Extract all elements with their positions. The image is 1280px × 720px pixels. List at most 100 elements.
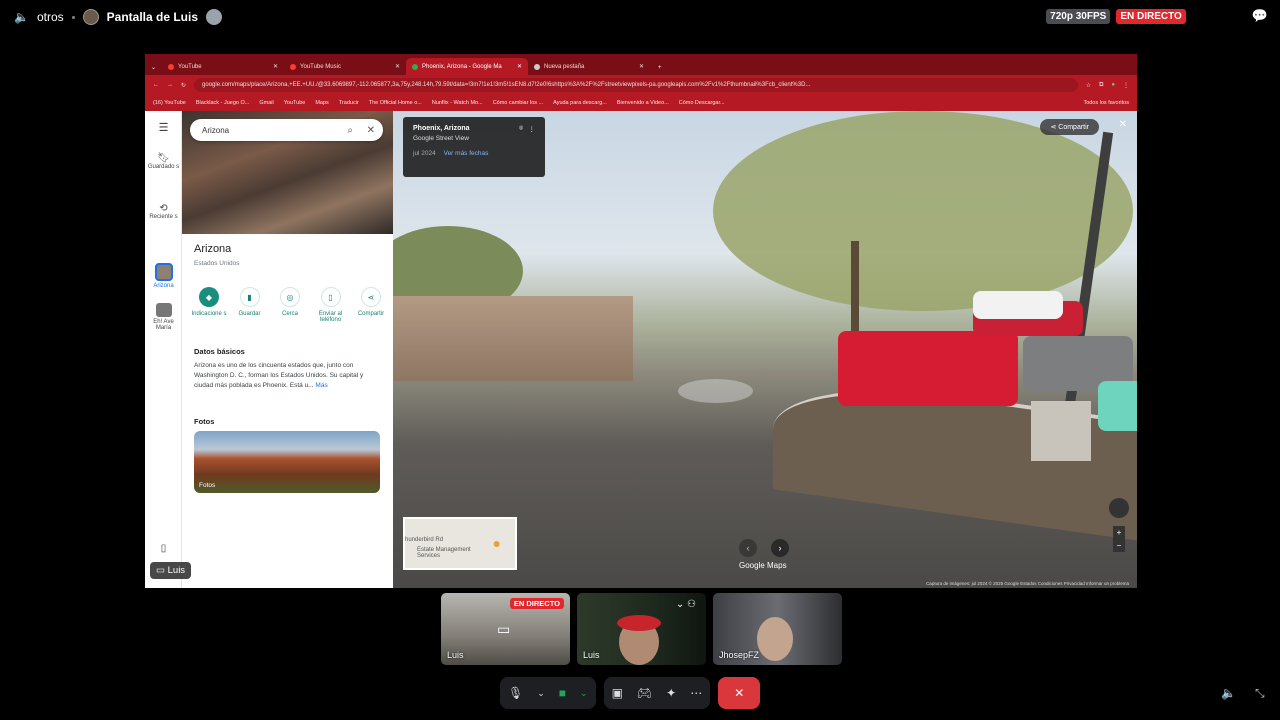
- volume-icon[interactable]: 🔈: [1221, 686, 1236, 700]
- address-bar[interactable]: google.com/maps/place/Arizona,+EE.+UU./@…: [194, 78, 1078, 92]
- rail-arizona[interactable]: Arizona: [145, 263, 182, 289]
- phone-icon[interactable]: ▯: [145, 543, 182, 554]
- screen-title: Pantalla de Luis: [106, 10, 198, 24]
- bookmark-item[interactable]: Gmail: [259, 100, 273, 106]
- rail-saved[interactable]: 🔖︎ Guardado s: [145, 153, 182, 170]
- bookmark-item[interactable]: Maps: [315, 100, 328, 106]
- participant-tile[interactable]: JhosepFZ: [713, 593, 842, 665]
- avatar: [757, 617, 793, 661]
- participant-tile[interactable]: ⌄ ⚇ Luis: [577, 593, 706, 665]
- send-to-phone-button[interactable]: ▯ Enviar al teléfono: [312, 287, 350, 323]
- disconnect-button[interactable]: ✕: [718, 677, 761, 709]
- chat-icon[interactable]: 💬: [1252, 8, 1268, 24]
- prev-arrow-button[interactable]: ‹: [739, 539, 757, 557]
- av-controls: 🎙︎ ⌄ ■ ⌄: [500, 677, 596, 709]
- directions-icon: ◆: [199, 287, 219, 307]
- bookmark-item[interactable]: Nunflix - Watch Mo...: [432, 100, 483, 106]
- more-link[interactable]: Más: [315, 382, 327, 389]
- more-dates-link[interactable]: Ver más fechas: [444, 150, 489, 157]
- bookmark-item[interactable]: The Official Home o...: [369, 100, 422, 106]
- back-icon[interactable]: ←: [153, 82, 159, 88]
- browser-tab-active[interactable]: Phoenix, Arizona - Google Ma ✕: [406, 58, 529, 75]
- scenery: [1031, 401, 1091, 461]
- extensions-icon[interactable]: ⧉: [1099, 82, 1103, 89]
- reload-icon[interactable]: ↻: [181, 82, 186, 89]
- photos-heading: Fotos: [194, 417, 215, 426]
- next-arrow-button[interactable]: ›: [771, 539, 789, 557]
- participant-name: Luis: [583, 650, 600, 660]
- avatar: [206, 9, 222, 25]
- youtube-icon: [168, 63, 175, 70]
- close-icon[interactable]: ✕: [1119, 119, 1127, 130]
- bookmark-item[interactable]: (16) YouTube: [153, 100, 186, 106]
- hamburger-icon[interactable]: ☰: [145, 121, 182, 134]
- call-controls: 🎙︎ ⌄ ■ ⌄ ▣ 🎮︎ ✦ ⋯ ✕: [500, 677, 761, 709]
- all-bookmarks[interactable]: Todos los favoritos: [1083, 100, 1129, 106]
- close-icon[interactable]: ✕: [395, 63, 400, 70]
- bookmark-item[interactable]: YouTube: [284, 100, 306, 106]
- chevron-down-icon[interactable]: ⌄: [580, 688, 588, 699]
- street-view[interactable]: Phoenix, Arizona Google Street View jul …: [393, 111, 1137, 588]
- search-icon[interactable]: ⌕: [347, 125, 353, 136]
- maps-icon: [412, 63, 419, 70]
- bookmark-item[interactable]: Traducir: [339, 100, 359, 106]
- browser-tab[interactable]: YouTube Music ✕: [284, 58, 406, 75]
- save-button[interactable]: ▮ Guardar: [231, 287, 269, 323]
- close-icon[interactable]: ✕: [517, 63, 522, 70]
- screen-icon: ▭: [156, 565, 168, 576]
- participant-name: JhosepFZ: [719, 650, 760, 660]
- hangup-icon: ✕: [734, 686, 745, 700]
- menu-icon[interactable]: ⋮: [1123, 82, 1129, 89]
- place-hero-image[interactable]: Arizona ⌕ ✕: [182, 111, 393, 234]
- pin-icon[interactable]: ⌾: [519, 125, 523, 133]
- streetview-info-card: Phoenix, Arizona Google Street View jul …: [403, 117, 545, 177]
- bookmark-item[interactable]: Cómo Descargar...: [679, 100, 725, 106]
- more-icon[interactable]: ⋮: [529, 125, 536, 133]
- browser-tab[interactable]: Nueva pestaña ✕: [528, 58, 650, 75]
- bookmark-item[interactable]: Ayuda para descarg...: [553, 100, 607, 106]
- bookmark-item[interactable]: Cómo cambiar los ...: [493, 100, 543, 106]
- participant-tiles: EN DIRECTO ▭ Luis ⌄ ⚇ Luis JhosepFZ: [441, 593, 842, 665]
- place-panel: Arizona ⌕ ✕ Arizona Estados Unidos ◆ Indi…: [182, 111, 393, 588]
- chevron-down-icon[interactable]: ⌄: [537, 688, 545, 699]
- forward-icon[interactable]: →: [167, 82, 173, 88]
- share-button[interactable]: ⋖ Compartir: [1040, 119, 1099, 135]
- nearby-button[interactable]: ◎ Cerca: [271, 287, 309, 323]
- photos-thumbnail[interactable]: Fotos: [194, 431, 380, 493]
- profile-icon[interactable]: ●: [1111, 82, 1115, 88]
- participant-tile[interactable]: EN DIRECTO ▭ Luis: [441, 593, 570, 665]
- minimap[interactable]: hunderbird Rd Estate Management Services…: [403, 517, 517, 570]
- speaker-icon[interactable]: 🔈: [14, 10, 29, 24]
- voice-channel-name[interactable]: otros: [37, 10, 64, 24]
- new-tab-icon[interactable]: +: [650, 65, 670, 75]
- compass-icon[interactable]: [1109, 498, 1129, 518]
- browser-tab[interactable]: YouTube ✕: [162, 58, 284, 75]
- thumbnail: [155, 303, 172, 317]
- separator: [71, 15, 75, 19]
- activity-icon[interactable]: 🎮︎: [637, 686, 652, 700]
- star-icon[interactable]: ☆: [1086, 82, 1091, 89]
- bookmark-item[interactable]: Blacklack - Juego O...: [196, 100, 250, 106]
- rail-recent-place[interactable]: Eh! Ave María: [145, 303, 182, 331]
- bookmark-item[interactable]: Bienvenido a Video...: [617, 100, 669, 106]
- google-maps-logo: Google Maps: [739, 561, 787, 570]
- search-input[interactable]: Arizona ⌕ ✕: [190, 119, 383, 141]
- close-icon[interactable]: ✕: [273, 63, 278, 70]
- soundboard-icon[interactable]: ✦: [666, 686, 676, 700]
- exit-fullscreen-icon[interactable]: ⤡: [1255, 686, 1265, 701]
- directions-button[interactable]: ◆ Indicacione s: [190, 287, 228, 323]
- tab-list-icon[interactable]: ⌄: [149, 64, 162, 75]
- screen-share-icon[interactable]: ▣: [612, 686, 623, 700]
- streetview-cursor: [678, 379, 753, 403]
- streetview-date: jul 2024: [413, 150, 436, 157]
- call-header: 🔈 otros Pantalla de Luis 720p 30FPS EN D…: [0, 0, 1280, 34]
- close-icon[interactable]: ✕: [639, 63, 644, 70]
- close-icon[interactable]: ✕: [367, 125, 375, 136]
- rail-recent[interactable]: ⟲ Reciente s: [145, 203, 182, 220]
- participant-options-icon[interactable]: ⌄ ⚇: [676, 599, 696, 610]
- zoom-control[interactable]: + −: [1113, 526, 1125, 552]
- share-button[interactable]: ⋖ Compartir: [352, 287, 390, 323]
- microphone-icon[interactable]: 🎙︎: [508, 686, 523, 700]
- camera-icon[interactable]: ■: [559, 686, 566, 700]
- more-icon[interactable]: ⋯: [690, 686, 702, 700]
